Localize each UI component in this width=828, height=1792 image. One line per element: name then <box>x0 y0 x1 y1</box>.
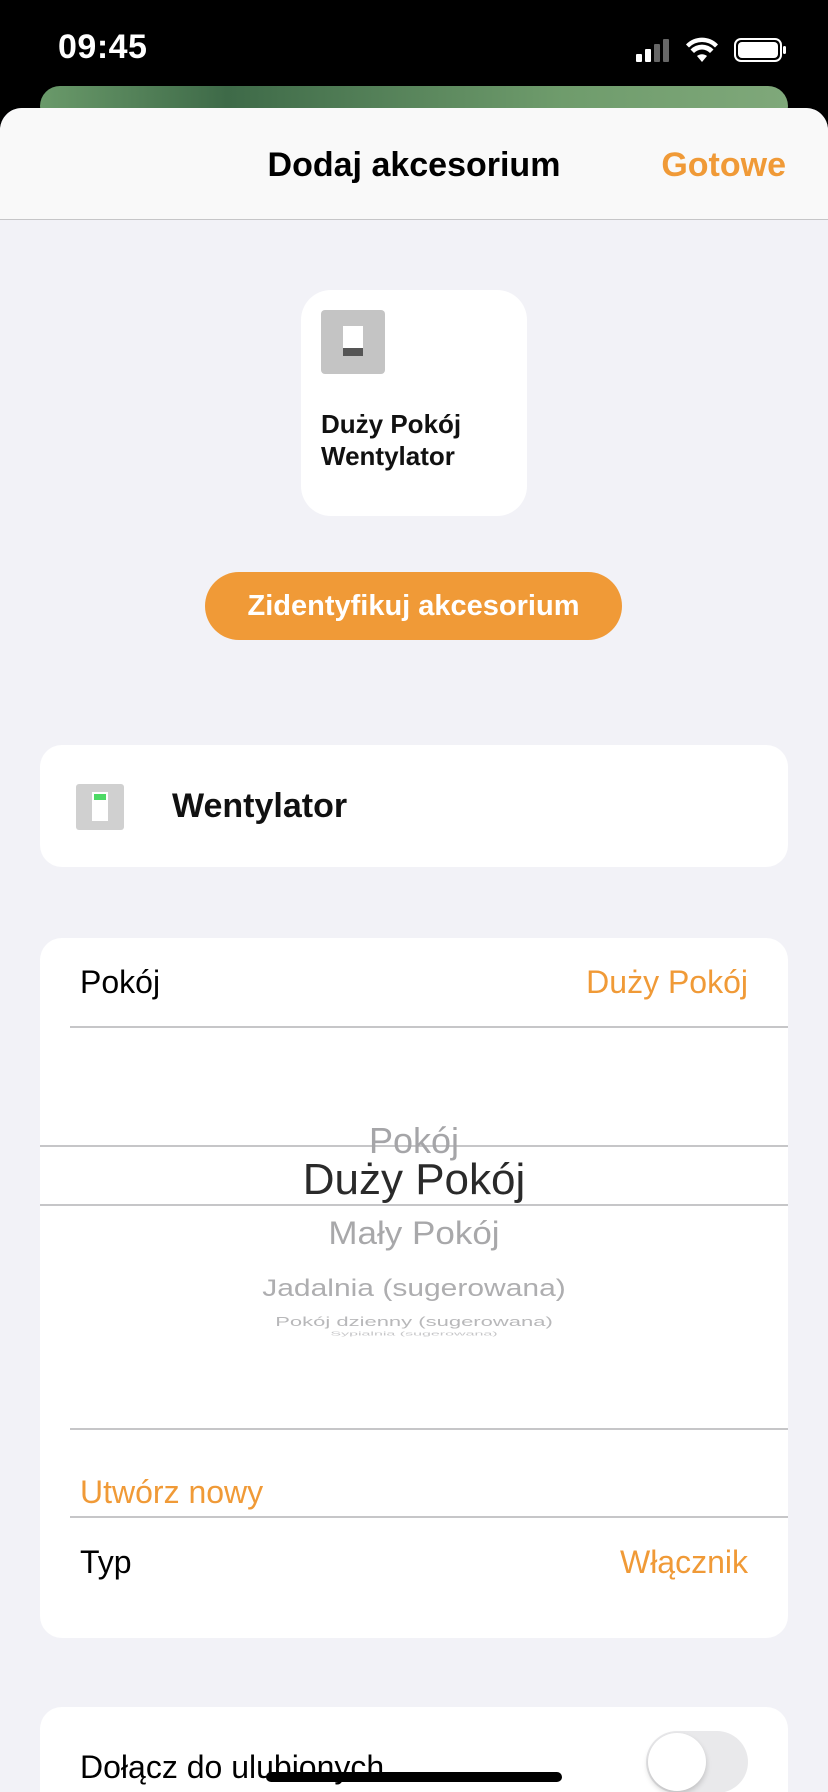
type-row[interactable]: Typ Włącznik <box>40 1518 788 1606</box>
create-new-room-button[interactable]: Utwórz nowy <box>80 1474 263 1511</box>
picker-item[interactable]: Jadalnia (sugerowana) <box>40 1275 788 1302</box>
status-bar: 09:45 <box>0 0 828 100</box>
room-row[interactable]: Pokój Duży Pokój <box>40 938 788 1026</box>
room-label: Pokój <box>80 964 161 1000</box>
divider <box>70 1428 788 1430</box>
accessory-tile[interactable]: Duży Pokój Wentylator <box>301 290 527 516</box>
navigation-bar: Dodaj akcesorium Gotowe <box>0 108 828 220</box>
picker-item[interactable]: Mały Pokój <box>40 1215 788 1252</box>
accessory-name-card: Wentylator <box>40 745 788 867</box>
home-indicator[interactable] <box>266 1772 562 1782</box>
wifi-icon <box>686 37 718 62</box>
accessory-name-field[interactable]: Wentylator <box>172 787 347 826</box>
room-picker[interactable]: Pokój Duży Pokój Mały Pokój Jadalnia (su… <box>40 1028 788 1428</box>
switch-icon <box>76 784 124 830</box>
done-button[interactable]: Gotowe <box>661 146 786 185</box>
switch-icon <box>321 310 385 374</box>
type-label: Typ <box>80 1544 132 1580</box>
accessory-tile-name: Duży Pokój Wentylator <box>321 408 511 472</box>
favorites-toggle[interactable] <box>646 1731 748 1792</box>
status-time: 09:45 <box>58 28 148 66</box>
add-accessory-sheet: Dodaj akcesorium Gotowe Duży Pokój Wenty… <box>0 108 828 1792</box>
tile-accessory-name: Wentylator <box>321 441 455 471</box>
picker-item-selected[interactable]: Duży Pokój <box>40 1154 788 1206</box>
identify-accessory-button[interactable]: Zidentyfikuj akcesorium <box>205 572 622 640</box>
picker-item[interactable]: Pokój dzienny (sugerowana) <box>40 1314 788 1330</box>
battery-icon <box>734 38 786 62</box>
toggle-knob <box>648 1733 706 1791</box>
type-value[interactable]: Włącznik <box>620 1544 748 1581</box>
room-value[interactable]: Duży Pokój <box>586 964 748 1001</box>
picker-item[interactable]: Sypialnia (sugerowana) <box>40 1331 788 1337</box>
tile-room-name: Duży Pokój <box>321 409 462 439</box>
room-settings-card: Pokój Duży Pokój Pokój Duży Pokój Mały P… <box>40 938 788 1638</box>
cellular-signal-icon <box>636 39 669 62</box>
status-icons <box>636 37 786 62</box>
